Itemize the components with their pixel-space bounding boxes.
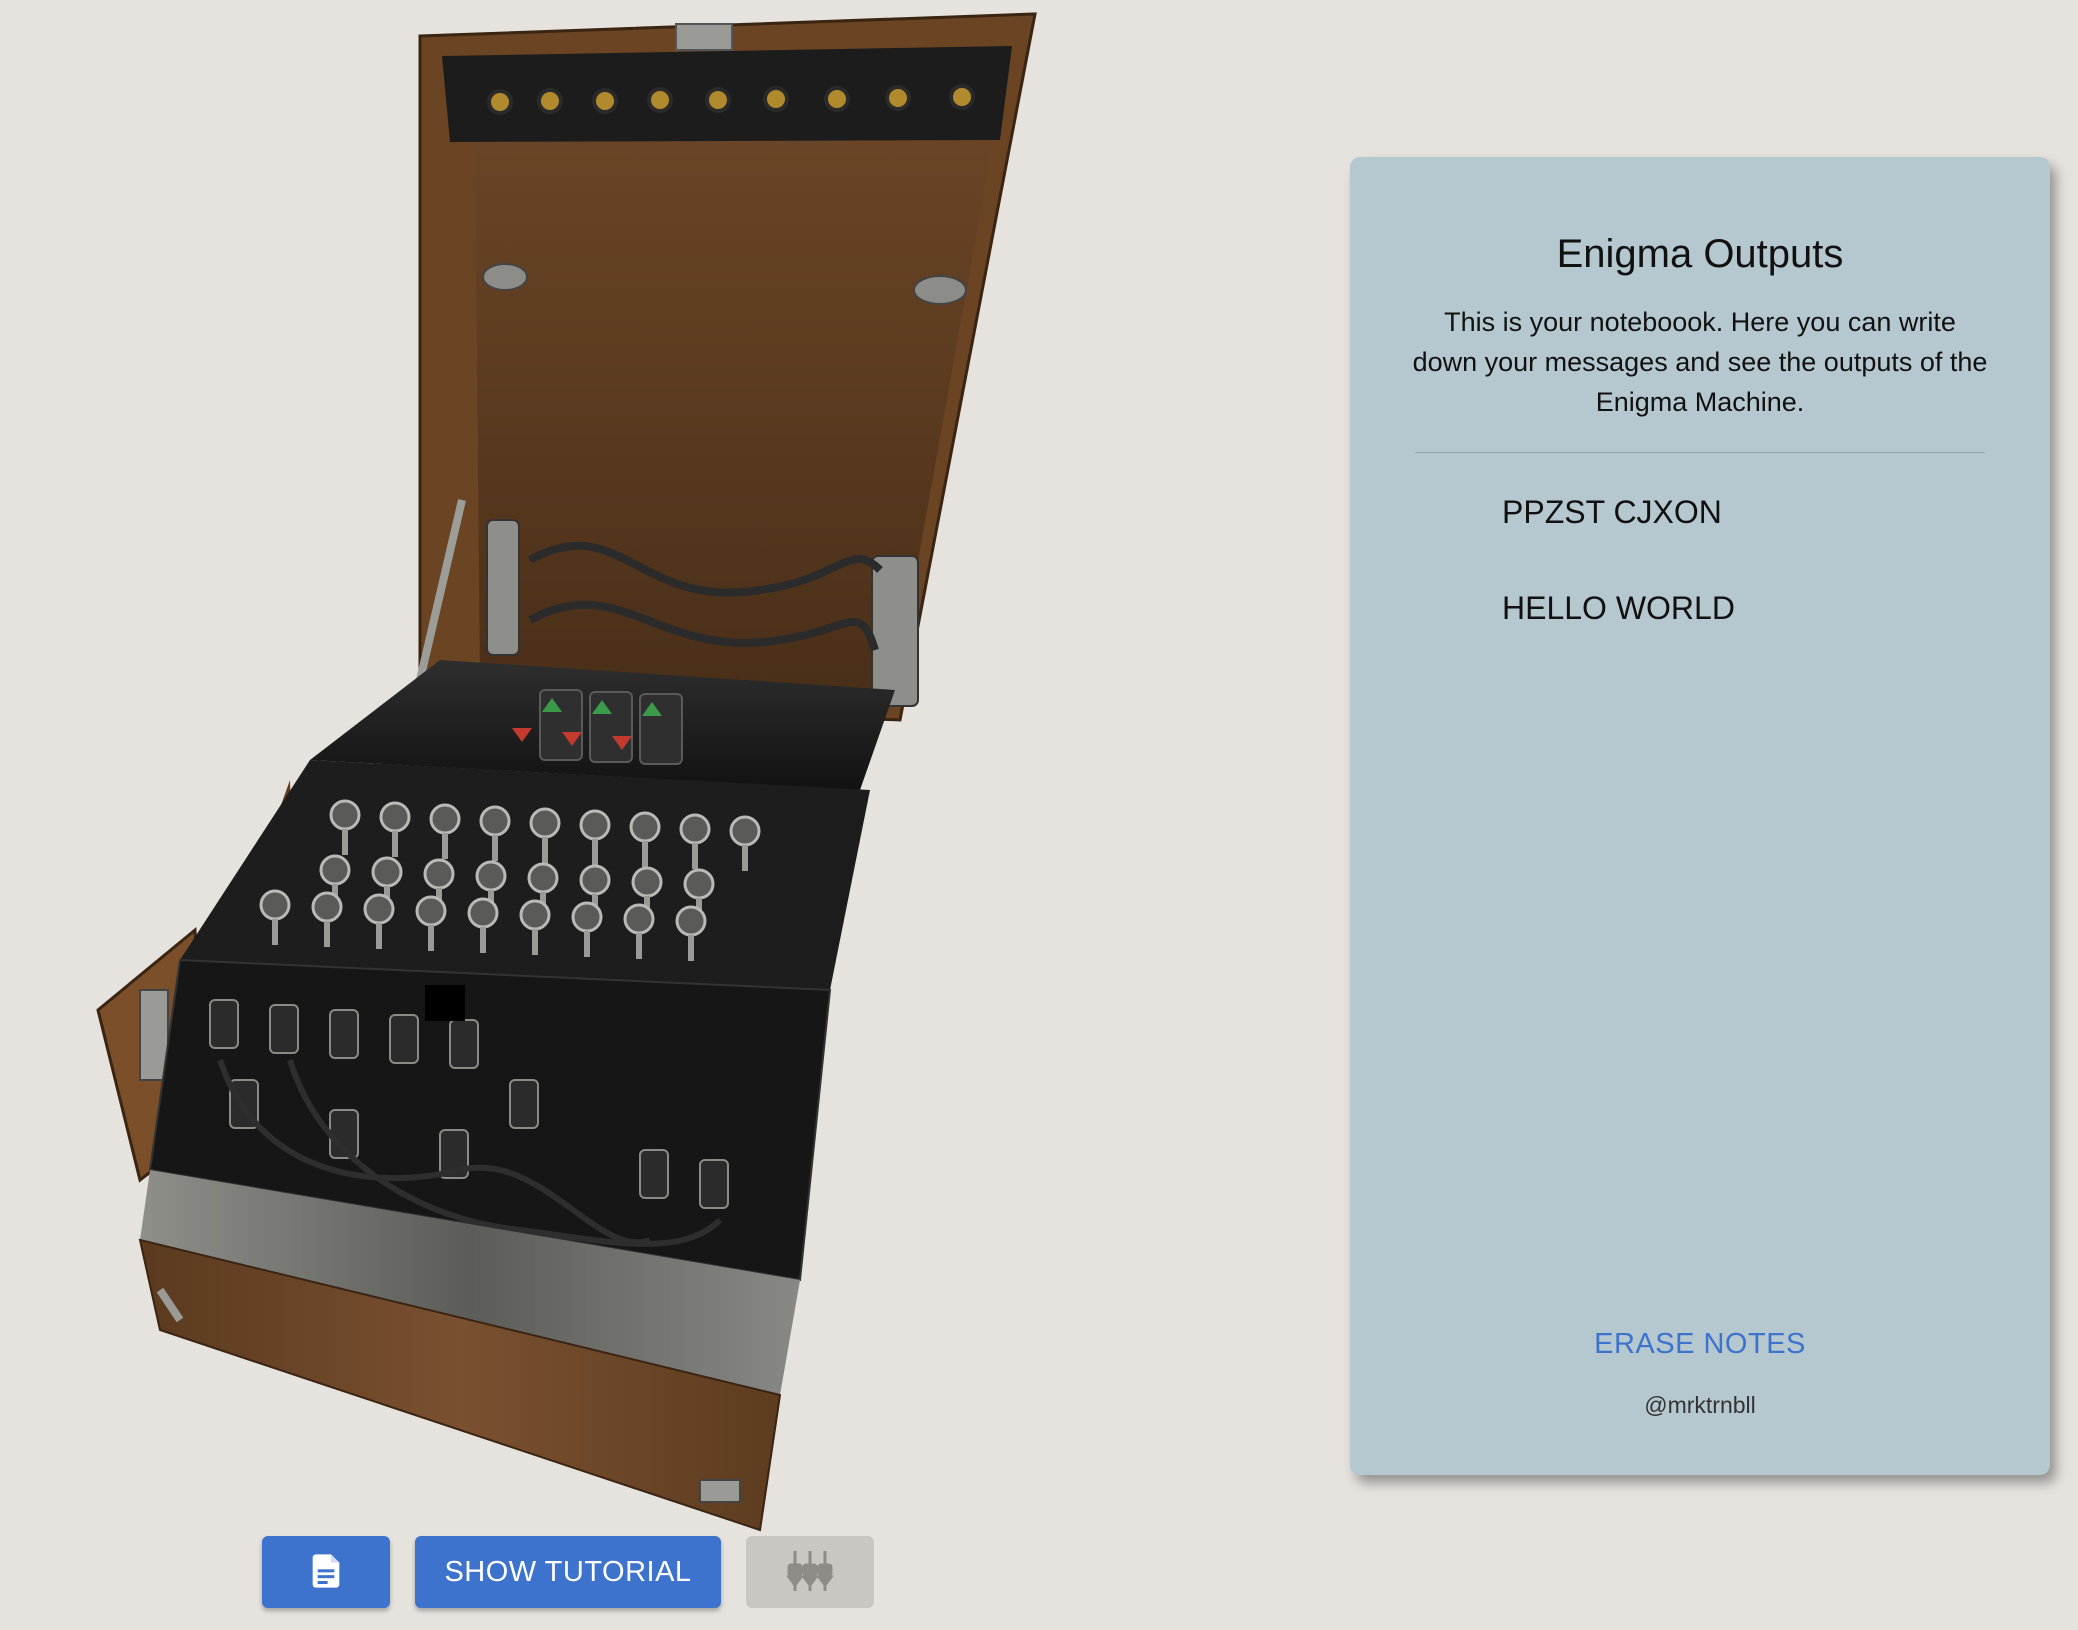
keyboard-key[interactable] bbox=[467, 897, 499, 929]
keyboard-key[interactable] bbox=[259, 889, 291, 921]
document-icon bbox=[306, 1551, 346, 1594]
outputs-notebook-panel: Enigma Outputs This is your noteboook. H… bbox=[1350, 157, 2050, 1475]
keyboard-key[interactable] bbox=[529, 807, 561, 839]
keyboard-key[interactable] bbox=[729, 815, 761, 847]
enigma-machine-model bbox=[96, 12, 1037, 1532]
notes-toggle-button[interactable] bbox=[262, 1536, 390, 1608]
keyboard-key[interactable] bbox=[679, 813, 711, 845]
keyboard-key[interactable] bbox=[311, 891, 343, 923]
keyboard-key[interactable] bbox=[415, 895, 447, 927]
keyboard-key[interactable] bbox=[479, 805, 511, 837]
keyboard-key[interactable] bbox=[475, 860, 507, 892]
keyboard-key[interactable] bbox=[519, 899, 551, 931]
keyboard-key[interactable] bbox=[429, 803, 461, 835]
keyboard-key[interactable] bbox=[319, 854, 351, 886]
plugboard-settings-icon bbox=[785, 1547, 835, 1598]
plugboard-settings-button[interactable] bbox=[746, 1536, 874, 1608]
keyboard-key[interactable] bbox=[579, 809, 611, 841]
notes-list: PPZST CJXON HELLO WORLD bbox=[1502, 487, 1735, 679]
panel-description: This is your noteboook. Here you can wri… bbox=[1412, 307, 1988, 417]
show-tutorial-button[interactable]: SHOW TUTORIAL bbox=[415, 1536, 721, 1608]
keyboard-key[interactable] bbox=[571, 901, 603, 933]
note-item: HELLO WORLD bbox=[1502, 590, 1735, 626]
panel-title: Enigma Outputs bbox=[1556, 232, 1844, 276]
erase-notes-button[interactable]: ERASE NOTES bbox=[1350, 1327, 2050, 1362]
keyboard-key[interactable] bbox=[631, 866, 663, 898]
enigma-3d-viewport[interactable] bbox=[0, 0, 1350, 1630]
keyboard-key[interactable] bbox=[371, 856, 403, 888]
keyboard-key[interactable] bbox=[629, 811, 661, 843]
keyboard-key[interactable] bbox=[329, 799, 361, 831]
note-item: PPZST CJXON bbox=[1502, 494, 1722, 530]
keyboard-key[interactable] bbox=[623, 903, 655, 935]
keyboard-key[interactable] bbox=[683, 868, 715, 900]
keyboard-key[interactable] bbox=[579, 864, 611, 896]
keyboard-key[interactable] bbox=[527, 862, 559, 894]
author-credit: @mrktrnbll bbox=[1644, 1392, 1756, 1418]
keyboard-key[interactable] bbox=[363, 893, 395, 925]
keyboard-key[interactable] bbox=[675, 905, 707, 937]
keyboard-key[interactable] bbox=[423, 858, 455, 890]
divider bbox=[1415, 452, 1985, 453]
keyboard-key[interactable] bbox=[379, 801, 411, 833]
